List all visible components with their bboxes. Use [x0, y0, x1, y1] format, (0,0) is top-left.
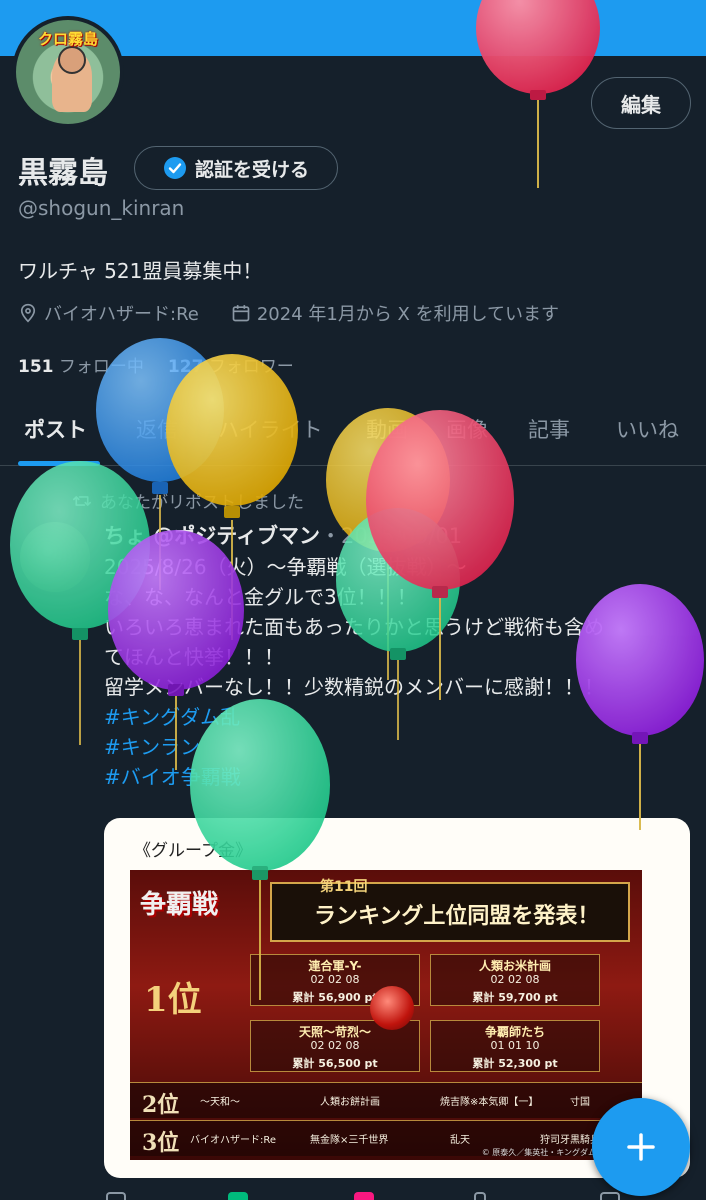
rank-label: 2位	[142, 1092, 180, 1118]
team-points: 累計 56,500 pt	[292, 1057, 378, 1070]
calendar-icon	[232, 305, 250, 322]
event-logo: 争覇戦	[140, 890, 219, 920]
second-place-row: 2位 〜天和〜 人類お餅計画 焼吉隊※本気卿【一】 寸国	[130, 1082, 642, 1118]
profile-tabs: ポスト 返信 ハイライト 動画 画像 記事 いいね	[0, 400, 706, 466]
team-score: 02 02 08	[310, 1039, 360, 1052]
profile-location: バイオハザード:Re	[44, 304, 199, 325]
rank-team: 無金隊×三千世界	[310, 1135, 389, 1146]
hashtag-link[interactable]: #キングダム乱	[104, 702, 694, 732]
repost-label: あなたがリポストしました	[100, 493, 304, 513]
team-name: 連合軍-Y-	[308, 959, 362, 973]
first-place-label: 1位	[144, 980, 202, 1020]
heart-icon[interactable]	[354, 1192, 374, 1200]
notifications-icon[interactable]	[474, 1192, 486, 1200]
post-line: 2025/8/26（火）〜争覇戦（選抜戦）〜	[104, 555, 467, 579]
rank-label: 3位	[142, 1130, 180, 1156]
tab-posts[interactable]: ポスト	[24, 414, 87, 444]
rank-team: 寸国	[570, 1097, 590, 1108]
first-place-team: 争覇師たち 01 01 10 累計 52,300 pt	[430, 1020, 600, 1072]
following-label: フォロー中	[58, 357, 144, 377]
profile-handle: @shogun_kinran	[18, 196, 185, 220]
messages-icon[interactable]	[600, 1192, 620, 1200]
active-tab-indicator	[18, 461, 100, 466]
profile-joined-date: 2024 年1月から X を利用しています	[256, 304, 560, 325]
image-caption: 《グループ金》	[134, 841, 252, 861]
team-name: 人類お米計画	[478, 959, 551, 973]
get-verified-button[interactable]: 認証を受ける	[134, 146, 338, 190]
following-count: 151	[18, 357, 54, 377]
hashtag-link[interactable]: #バイオ争覇戦	[104, 762, 694, 792]
location-pin-icon	[20, 303, 36, 323]
verified-badge-icon	[163, 157, 186, 179]
team-points: 累計 59,700 pt	[472, 991, 558, 1004]
tab-likes[interactable]: いいね	[616, 414, 679, 444]
ranking-title: ランキング上位同盟を発表！	[314, 904, 600, 929]
ranking-orb	[370, 986, 414, 1030]
post-author-name[interactable]: ちょ @ポジティブマン	[104, 524, 320, 548]
follow-stats: 151 フォロー中 127 フォロワー	[18, 352, 294, 377]
profile-avatar[interactable]: クロ霧島	[12, 16, 124, 128]
followers-count: 127	[167, 357, 204, 377]
ranking-image: 争覇戦 第11回 ランキング上位同盟を発表！ 1位 連合軍-Y- 02 02 0…	[130, 870, 642, 1160]
team-points: 累計 52,300 pt	[472, 1057, 558, 1070]
team-score: 02 02 08	[490, 973, 540, 986]
get-verified-label: 認証を受ける	[194, 158, 309, 181]
tab-articles[interactable]: 記事	[528, 414, 570, 444]
tab-media[interactable]: 画像	[446, 414, 488, 444]
rank-team: バイオハザード:Re	[190, 1135, 277, 1146]
repost-indicator: あなたがリポストしました	[72, 488, 304, 513]
rank-team: 焼吉隊※本気卿【一】	[440, 1097, 539, 1108]
avatar-label: クロ霧島	[37, 30, 98, 48]
repost-icon	[73, 495, 91, 506]
first-place-team: 人類お米計画 02 02 08 累計 59,700 pt	[430, 954, 600, 1006]
tab-highlights[interactable]: ハイライト	[218, 414, 323, 444]
team-name: 争覇師たち	[484, 1025, 545, 1039]
post-line: てほんと快挙！！！	[104, 645, 284, 669]
post-text: 2025/8/26（火）〜争覇戦（選抜戦）〜 な、な、なんと金グルで3位！！！ …	[104, 552, 694, 792]
plus-icon	[627, 1133, 655, 1161]
following-link[interactable]: 151 フォロー中	[18, 352, 144, 377]
followers-label: フォロワー	[208, 357, 294, 377]
event-round-badge: 第11回	[320, 879, 368, 895]
followers-link[interactable]: 127 フォロワー	[168, 352, 294, 377]
profile-meta: バイオハザード:Re 2024 年1月から X を利用しています	[18, 300, 559, 326]
team-score: 01 01 10	[490, 1039, 540, 1052]
rank-team: 〜天和〜	[200, 1097, 240, 1108]
grok-icon[interactable]	[228, 1192, 248, 1200]
post-date: ・2025/09/01	[320, 524, 463, 548]
team-score: 02 02 08	[310, 973, 360, 986]
tab-replies[interactable]: 返信	[136, 414, 178, 444]
edit-profile-button[interactable]: 編集	[591, 77, 691, 129]
post-line: 留学メンバーなし！！少数精鋭のメンバーに感謝！！！	[104, 675, 604, 699]
rank-team: 人類お餅計画	[320, 1097, 380, 1108]
post-line: な、な、なんと金グルで3位！！！	[104, 585, 417, 609]
hashtag-link[interactable]: #キンラン	[104, 732, 694, 762]
rank-team: 乱天	[450, 1135, 470, 1146]
home-icon[interactable]	[106, 1192, 126, 1200]
post-line: いろいろ恵まれた面もあったりかと思うけど戦術も含め	[104, 615, 604, 639]
compose-post-button[interactable]	[592, 1098, 690, 1196]
rank-team: 狩司牙黒騎兵	[540, 1135, 600, 1146]
profile-bio: ワルチャ 521盟員募集中！	[18, 259, 263, 283]
bottom-navigation	[0, 1186, 706, 1200]
post-author-avatar[interactable]	[20, 522, 90, 592]
display-name: 黒霧島	[18, 156, 108, 191]
avatar-head	[58, 46, 86, 74]
tab-videos[interactable]: 動画	[366, 414, 408, 444]
post-header: ちょ @ポジティブマン・2025/09/01	[104, 520, 462, 550]
